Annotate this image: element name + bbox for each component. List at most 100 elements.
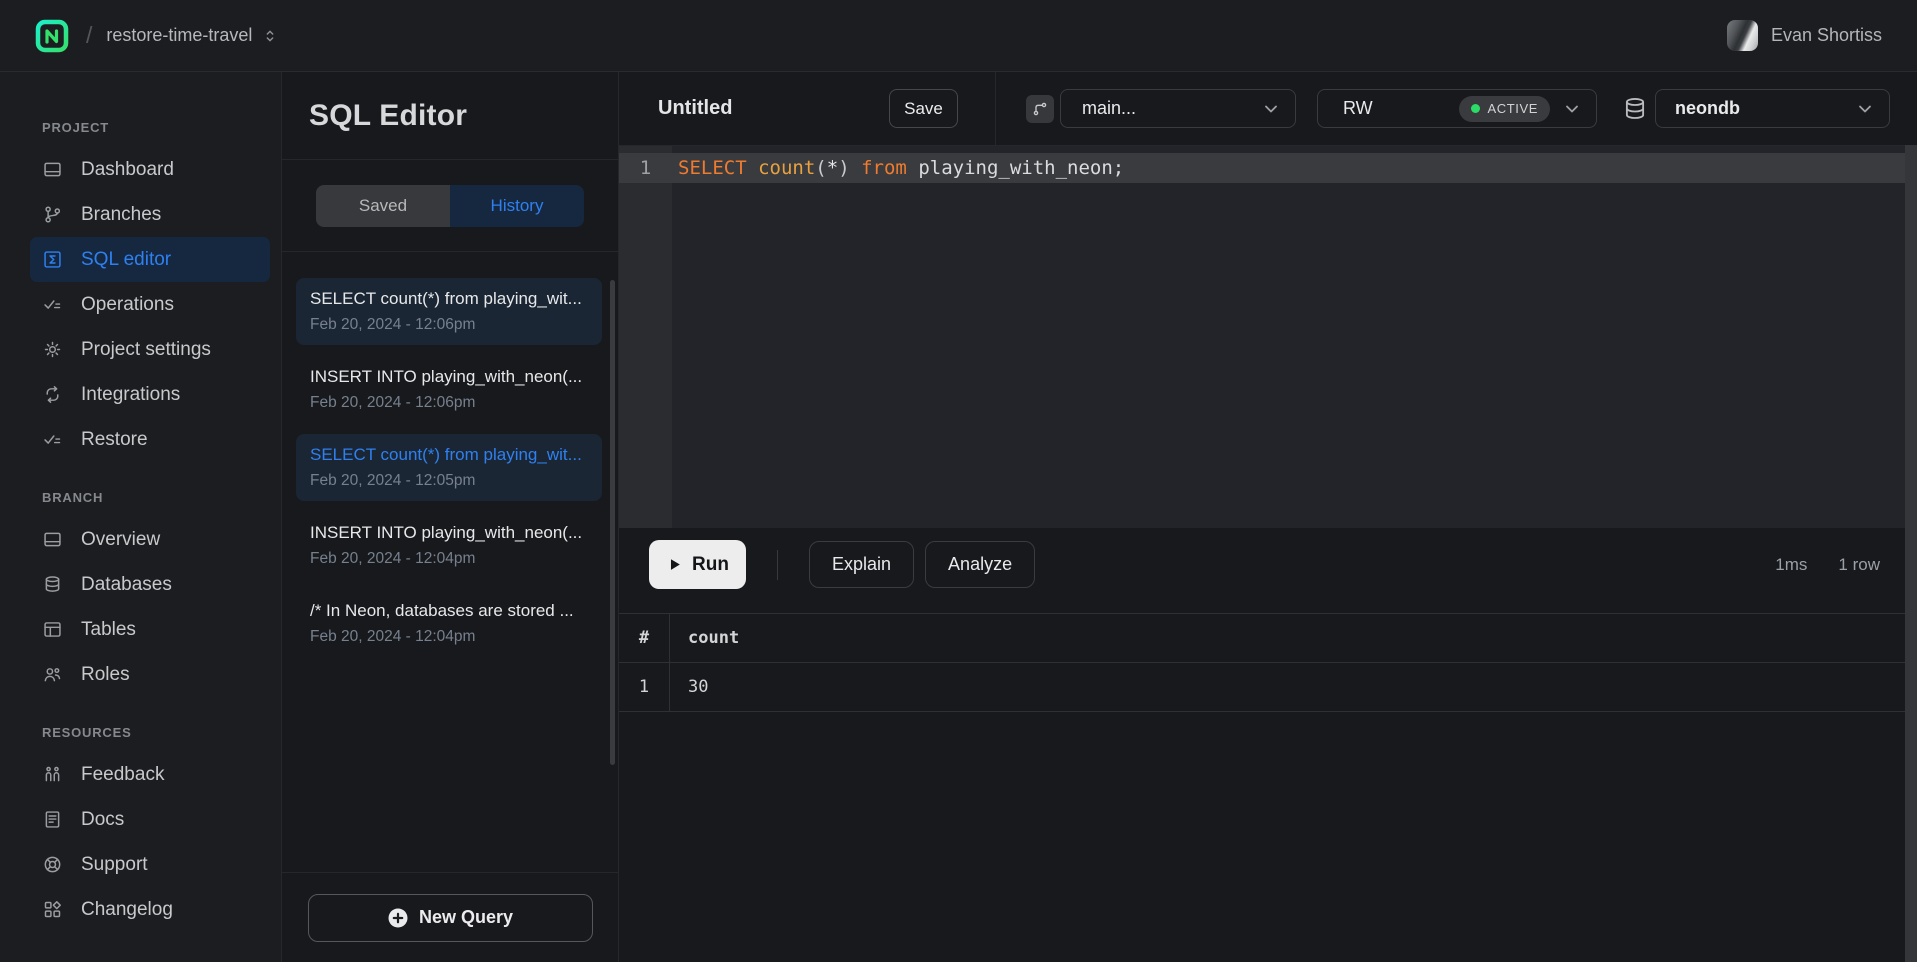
sidebar-item-label: Integrations (81, 384, 180, 406)
history-query: INSERT INTO playing_with_neon(... (310, 367, 588, 387)
sidebar-item-roles[interactable]: Roles (30, 652, 270, 697)
history-item[interactable]: INSERT INTO playing_with_neon(...Feb 20,… (296, 356, 602, 423)
history-query: INSERT INTO playing_with_neon(... (310, 523, 588, 543)
active-status-label: ACTIVE (1487, 101, 1538, 116)
history-scrollbar[interactable] (610, 280, 615, 765)
sidebar-item-support[interactable]: Support (30, 842, 270, 887)
sidebar-item-label: Tables (81, 619, 136, 641)
branches-icon (42, 204, 63, 225)
tab-history[interactable]: History (450, 185, 584, 227)
active-status-dot (1471, 104, 1480, 113)
database-select-value: neondb (1675, 98, 1740, 119)
history-timestamp: Feb 20, 2024 - 12:04pm (310, 628, 588, 646)
code-token (850, 157, 861, 179)
overview-icon (42, 529, 63, 550)
compute-select[interactable]: RW ACTIVE (1317, 89, 1597, 128)
code-token (747, 157, 758, 179)
sidebar-item-docs[interactable]: Docs (30, 797, 270, 842)
line-number: 1 (619, 157, 672, 179)
tab-saved[interactable]: Saved (316, 185, 450, 227)
plus-circle-icon (387, 907, 409, 929)
history-item[interactable]: SELECT count(*) from playing_wit...Feb 2… (296, 434, 602, 501)
databases-icon (42, 574, 63, 595)
analyze-button[interactable]: Analyze (925, 541, 1035, 588)
code-token: from (861, 157, 907, 179)
new-query-label: New Query (419, 907, 513, 928)
new-query-button[interactable]: New Query (308, 894, 593, 942)
branch-select[interactable]: main... (1060, 89, 1296, 128)
sidebar-item-branches[interactable]: Branches (30, 192, 270, 237)
sidebar-item-overview[interactable]: Overview (30, 517, 270, 562)
sidebar-section: PROJECTDashboard Branches SQL editorOperat… (0, 92, 281, 462)
chevron-down-icon (1562, 99, 1582, 119)
editor-scrollbar[interactable] (1905, 145, 1917, 962)
database-select[interactable]: neondb (1655, 89, 1890, 128)
breadcrumb-project-name[interactable]: restore-time-travel (106, 25, 252, 46)
sidebar-item-feedback[interactable]: Feedback (30, 752, 270, 797)
gear-icon (42, 339, 63, 360)
query-tabs-bar: Saved History (282, 160, 618, 252)
dashboard-icon (42, 159, 63, 180)
active-code-line[interactable]: 1 SELECT count(*) from playing_with_neon… (619, 153, 1905, 183)
results-column-header: count (670, 614, 1905, 662)
feedback-icon (42, 764, 63, 785)
explain-button[interactable]: Explain (809, 541, 914, 588)
sidebar-item-operations[interactable]: Operations (30, 282, 270, 327)
sidebar-item-changelog[interactable]: Changelog (30, 887, 270, 932)
operations-icon (42, 294, 63, 315)
neon-logo-icon[interactable] (35, 19, 69, 53)
integrations-icon (42, 384, 63, 405)
compute-select-value: RW (1343, 98, 1373, 119)
sidebar-section: BRANCHOverview Databases Tables Roles (0, 462, 281, 697)
results-index-header: # (619, 614, 670, 662)
play-icon (666, 556, 683, 573)
account-menu[interactable]: Evan Shortiss (1727, 20, 1882, 51)
sidebar-item-label: Roles (81, 664, 130, 686)
project-switcher-icon[interactable] (262, 28, 278, 44)
history-item[interactable]: /* In Neon, databases are stored ... Feb … (296, 590, 602, 657)
sidebar-item-label: Branches (81, 204, 161, 226)
database-icon (1622, 96, 1648, 122)
sidebar-section-label: BRANCH (0, 462, 281, 517)
history-query: /* In Neon, databases are stored ... (310, 601, 588, 621)
code-token: SELECT (678, 157, 747, 179)
sidebar-item-restore[interactable]: Restore (30, 417, 270, 462)
query-stats: 1ms 1 row (1775, 555, 1880, 575)
user-name: Evan Shortiss (1771, 25, 1882, 46)
history-item[interactable]: INSERT INTO playing_with_neon(...Feb 20,… (296, 512, 602, 579)
save-button[interactable]: Save (889, 89, 958, 128)
status-badge: ACTIVE (1459, 96, 1550, 122)
sidebar-item-project-settings[interactable]: Project settings (30, 327, 270, 372)
query-row-count: 1 row (1838, 555, 1880, 575)
sidebar-item-databases[interactable]: Databases (30, 562, 270, 607)
sidebar-section: RESOURCESFeedbackDocsSupportChangelog (0, 697, 281, 932)
sidebar-item-label: Databases (81, 574, 172, 596)
code-token: ( (815, 157, 826, 179)
results-row: 130 (619, 663, 1905, 712)
topbar: / restore-time-travel Evan Shortiss (0, 0, 1917, 72)
main-panel: Untitled Save main... RW (619, 72, 1917, 962)
query-panel: SQL Editor Saved History SELECT count(*)… (281, 72, 619, 962)
history-item[interactable]: SELECT count(*) from playing_wit...Feb 2… (296, 278, 602, 345)
sidebar-item-integrations[interactable]: Integrations (30, 372, 270, 417)
code-editor[interactable]: 1 SELECT count(*) from playing_with_neon… (619, 146, 1905, 528)
editor-toolbar: Run Explain Analyze 1ms 1 row (619, 528, 1905, 601)
query-panel-header: SQL Editor (282, 72, 618, 160)
sidebar-section-label: PROJECT (0, 92, 281, 147)
roles-icon (42, 664, 63, 685)
chevron-down-icon (1261, 99, 1281, 119)
sidebar-item-tables[interactable]: Tables (30, 607, 270, 652)
results-cell: 30 (670, 663, 1905, 711)
history-query: SELECT count(*) from playing_wit... (310, 289, 588, 309)
run-button[interactable]: Run (649, 540, 746, 589)
sidebar-section-label: RESOURCES (0, 697, 281, 752)
sidebar-item-dashboard[interactable]: Dashboard (30, 147, 270, 192)
support-icon (42, 854, 63, 875)
changelog-icon (42, 899, 63, 920)
results-table: #count 130 (619, 613, 1905, 712)
sidebar-item-label: Project settings (81, 339, 211, 361)
avatar[interactable] (1727, 20, 1758, 51)
sidebar-item-label: Restore (81, 429, 148, 451)
results-body: 130 (619, 663, 1905, 712)
sidebar-item-sql-editor[interactable]: SQL editor (30, 237, 270, 282)
